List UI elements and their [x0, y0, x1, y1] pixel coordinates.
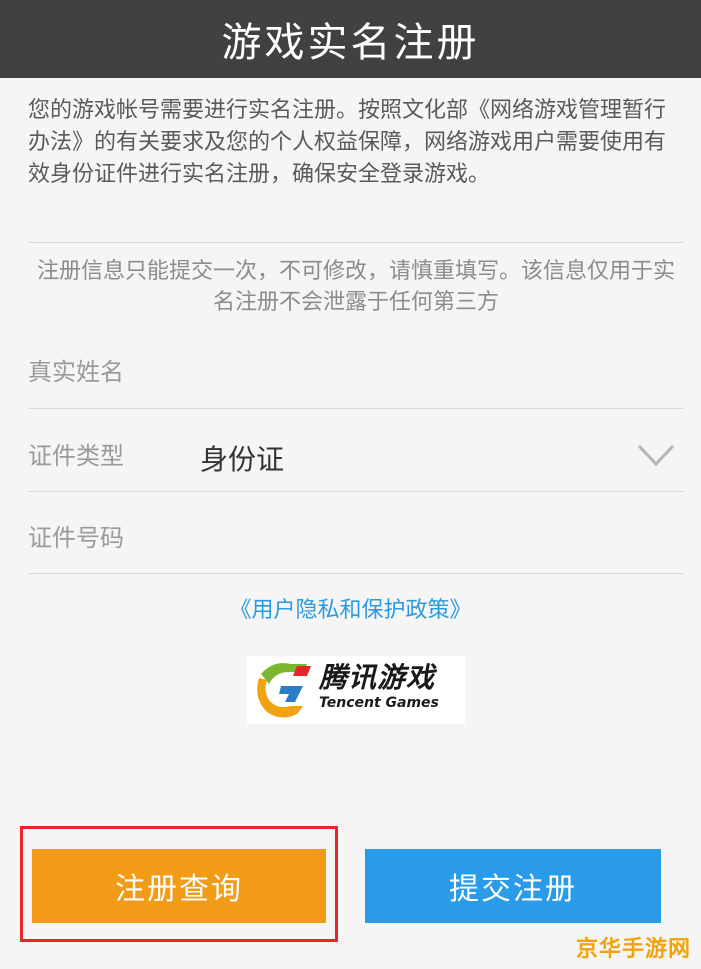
divider	[28, 491, 684, 492]
id-type-select[interactable]: 证件类型 身份证	[28, 410, 684, 490]
logo-chinese-text: 腾讯游戏	[319, 661, 436, 694]
submit-registration-button[interactable]: 提交注册	[365, 849, 661, 923]
privacy-policy-link[interactable]: 《用户隐私和保护政策》	[0, 592, 701, 624]
real-name-placeholder: 真实姓名	[28, 358, 124, 386]
id-type-value: 身份证	[200, 443, 285, 476]
page-header: 游戏实名注册	[0, 0, 701, 78]
realname-registration-page: 游戏实名注册 您的游戏帐号需要进行实名注册。按照文化部《网络游戏管理暂行办法》的…	[0, 0, 701, 969]
id-number-field[interactable]: 证件号码	[28, 493, 684, 573]
notice-text: 注册信息只能提交一次，不可修改，请慎重填写。该信息仅用于实名注册不会泄露于任何第…	[36, 259, 675, 315]
tencent-games-logo: 腾讯游戏 Tencent Games	[247, 656, 465, 724]
logo-text: 腾讯游戏 Tencent Games	[319, 662, 439, 712]
tencent-games-emblem-icon	[257, 663, 311, 718]
real-name-field[interactable]: 真实姓名	[28, 330, 684, 410]
id-number-placeholder: 证件号码	[28, 524, 124, 552]
watermark: 京华手游网	[575, 937, 691, 962]
logo-english-text: Tencent Games	[319, 695, 439, 711]
intro-text: 您的游戏帐号需要进行实名注册。按照文化部《网络游戏管理暂行办法》的有关要求及您的…	[28, 98, 667, 187]
divider	[28, 573, 684, 574]
id-type-label: 证件类型	[28, 442, 124, 470]
chevron-down-icon[interactable]	[636, 440, 676, 470]
divider	[28, 242, 684, 243]
page-title: 游戏实名注册	[221, 20, 480, 66]
divider	[28, 408, 684, 409]
registration-query-button[interactable]: 注册查询	[32, 849, 326, 923]
